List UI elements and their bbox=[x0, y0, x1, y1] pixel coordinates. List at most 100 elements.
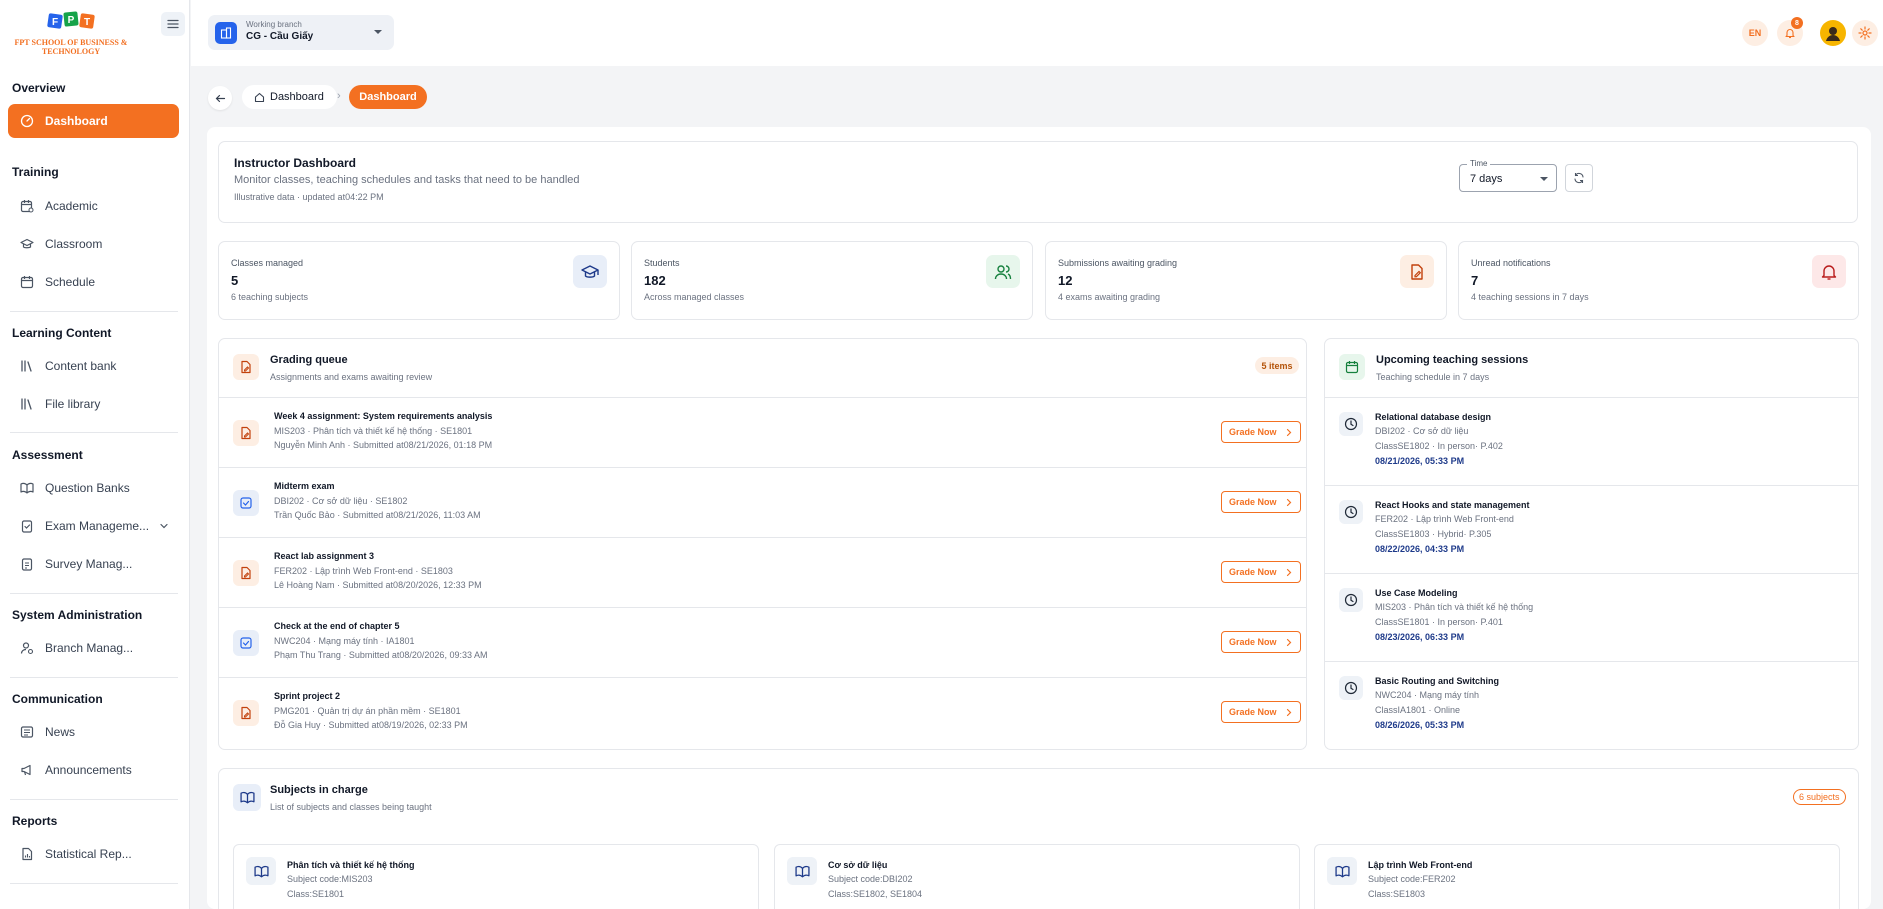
settings-button[interactable] bbox=[1852, 20, 1878, 46]
clock-icon bbox=[1339, 588, 1363, 612]
sidebar-item-label: Content bank bbox=[45, 359, 117, 373]
sidebar-item-news[interactable]: News bbox=[8, 715, 179, 749]
avatar[interactable] bbox=[1820, 20, 1846, 46]
session-item[interactable]: React Hooks and state management FER202 … bbox=[1325, 485, 1858, 573]
grade-now-button[interactable]: Grade Now bbox=[1221, 701, 1301, 723]
grading-item-course: PMG201 · Quản trị dự án phần mềm · SE180… bbox=[274, 706, 461, 716]
breadcrumb-home-label: Dashboard bbox=[270, 91, 324, 103]
grading-queue-subtitle: Assignments and exams awaiting review bbox=[270, 372, 433, 382]
breadcrumb-home[interactable]: Dashboard bbox=[242, 85, 337, 109]
session-time: 08/23/2026, 06:33 PM bbox=[1375, 632, 1465, 642]
book-open-icon bbox=[246, 857, 276, 885]
grading-item-meta: Trần Quốc Bảo · Submitted at08/21/2026, … bbox=[274, 510, 481, 520]
home-icon bbox=[254, 92, 265, 102]
grading-item-title: Sprint project 2 bbox=[274, 691, 341, 701]
grading-item: Week 4 assignment: System requirements a… bbox=[219, 397, 1306, 467]
svg-text:F: F bbox=[52, 17, 58, 28]
sidebar-item-file-library[interactable]: File library bbox=[8, 387, 179, 421]
sessions-subtitle: Teaching schedule in 7 days bbox=[1376, 372, 1490, 382]
language-button[interactable]: EN bbox=[1742, 20, 1768, 46]
subject-code: Subject code:FER202 bbox=[1368, 874, 1456, 884]
subject-card[interactable]: Phân tích và thiết kế hệ thống Subject c… bbox=[233, 844, 759, 909]
chevron-right-icon bbox=[1286, 498, 1292, 507]
sidebar-item-statistical-reports[interactable]: Statistical Rep... bbox=[8, 837, 179, 871]
calendar-icon bbox=[1339, 354, 1365, 380]
stat-card-students[interactable]: Students 182 Across managed classes bbox=[631, 241, 1033, 320]
nav-section-communication: Communication bbox=[12, 692, 103, 706]
chevron-right-icon bbox=[1286, 638, 1292, 647]
branch-selector[interactable]: Working branch CG - Cầu Giấy bbox=[208, 15, 394, 50]
session-item[interactable]: Basic Routing and Switching NWC204 · Mạn… bbox=[1325, 661, 1858, 749]
sidebar-item-branch-management[interactable]: Branch Manag... bbox=[8, 631, 179, 665]
dashboard-gauge-icon bbox=[20, 114, 34, 128]
file-pen-icon bbox=[233, 560, 259, 586]
stat-note: 6 teaching subjects bbox=[231, 292, 309, 302]
session-item[interactable]: Use Case Modeling MIS203 · Phân tích và … bbox=[1325, 573, 1858, 661]
grade-now-button[interactable]: Grade Now bbox=[1221, 561, 1301, 583]
sidebar-item-academic[interactable]: Academic bbox=[8, 189, 179, 223]
sidebar-divider bbox=[10, 311, 178, 312]
stat-card-notifications[interactable]: Unread notifications 7 4 teaching sessio… bbox=[1458, 241, 1859, 320]
user-avatar-icon bbox=[1826, 27, 1840, 41]
sidebar-item-survey-management[interactable]: Survey Manag... bbox=[8, 547, 179, 581]
clipboard-list-icon bbox=[21, 558, 33, 571]
chevron-right-icon bbox=[1286, 568, 1292, 577]
sidebar-item-label: Dashboard bbox=[45, 114, 108, 128]
grade-now-button[interactable]: Grade Now bbox=[1221, 421, 1301, 443]
file-chart-icon bbox=[22, 847, 33, 861]
sidebar-item-dashboard[interactable]: Dashboard bbox=[8, 104, 179, 138]
subject-name: Cơ sở dữ liệu bbox=[828, 860, 888, 870]
session-time: 08/26/2026, 05:33 PM bbox=[1375, 720, 1465, 730]
session-item[interactable]: Relational database design DBI202 · Cơ s… bbox=[1325, 397, 1858, 485]
grade-now-label: Grade Now bbox=[1229, 637, 1277, 647]
session-title: Relational database design bbox=[1375, 412, 1492, 422]
sidebar-item-classroom[interactable]: Classroom bbox=[8, 227, 179, 261]
caret-down-icon bbox=[1540, 177, 1548, 181]
grade-now-button[interactable]: Grade Now bbox=[1221, 631, 1301, 653]
subject-code: Subject code:MIS203 bbox=[287, 874, 373, 884]
breadcrumb-current[interactable]: Dashboard bbox=[349, 85, 427, 109]
sidebar-item-label: Announcements bbox=[45, 763, 132, 777]
sidebar-item-exam-management[interactable]: Exam Manageme... bbox=[8, 509, 179, 543]
stat-note: Across managed classes bbox=[644, 292, 745, 302]
stat-card-submissions[interactable]: Submissions awaiting grading 12 4 exams … bbox=[1045, 241, 1447, 320]
stat-value: 7 bbox=[1471, 273, 1479, 288]
breadcrumb-separator: › bbox=[337, 90, 341, 102]
grade-now-button[interactable]: Grade Now bbox=[1221, 491, 1301, 513]
subject-card[interactable]: Lập trình Web Front-end Subject code:FER… bbox=[1314, 844, 1840, 909]
grading-item: Midterm exam DBI202 · Cơ sở dữ liệu · SE… bbox=[219, 467, 1306, 537]
book-open-icon bbox=[787, 857, 817, 885]
caret-down-icon bbox=[374, 30, 382, 34]
grading-item: Sprint project 2 PMG201 · Quản trị dự án… bbox=[219, 677, 1306, 747]
logo-caption: FPT SCHOOL OF BUSINESS & TECHNOLOGY bbox=[14, 38, 128, 56]
nav-section-overview: Overview bbox=[12, 81, 66, 95]
library-icon bbox=[21, 360, 32, 372]
subject-code: Subject code:DBI202 bbox=[828, 874, 913, 884]
grade-now-label: Grade Now bbox=[1229, 707, 1277, 717]
sidebar-item-announcements[interactable]: Announcements bbox=[8, 753, 179, 787]
data-note: Illustrative data · updated at04:22 PM bbox=[234, 192, 384, 202]
subject-name: Phân tích và thiết kế hệ thống bbox=[287, 860, 415, 870]
sidebar-item-label: News bbox=[45, 725, 76, 739]
stat-card-classes[interactable]: Classes managed 5 6 teaching subjects bbox=[218, 241, 620, 320]
time-range-select[interactable]: Time 7 days bbox=[1459, 159, 1557, 192]
grading-item-course: DBI202 · Cơ sở dữ liệu · SE1802 bbox=[274, 496, 408, 506]
sidebar-item-question-banks[interactable]: Question Banks bbox=[8, 471, 179, 505]
stat-note: 4 teaching sessions in 7 days bbox=[1471, 292, 1589, 302]
session-time: 08/22/2026, 04:33 PM bbox=[1375, 544, 1465, 554]
back-button[interactable] bbox=[208, 86, 232, 110]
stat-label: Classes managed bbox=[231, 258, 304, 268]
refresh-button[interactable] bbox=[1565, 164, 1593, 192]
time-range-label: Time bbox=[1467, 159, 1491, 168]
sidebar-item-content-bank[interactable]: Content bank bbox=[8, 349, 179, 383]
grading-item: React lab assignment 3 FER202 · Lập trìn… bbox=[219, 537, 1306, 607]
subject-classes: Class:SE1802, SE1804 bbox=[828, 889, 923, 899]
chevron-right-icon bbox=[1286, 428, 1292, 437]
sidebar-item-schedule[interactable]: Schedule bbox=[8, 265, 179, 299]
sidebar-toggle-button[interactable] bbox=[161, 12, 185, 36]
fpt-logo[interactable]: F P T FPT SCHOOL OF BUSINESS & TECHNOLOG… bbox=[12, 10, 130, 56]
subject-classes: Class:SE1801 bbox=[287, 889, 345, 899]
session-place: ClassSE1802 · In person· P.402 bbox=[1375, 441, 1503, 451]
book-open-icon bbox=[1327, 857, 1357, 885]
subject-card[interactable]: Cơ sở dữ liệu Subject code:DBI202 Class:… bbox=[774, 844, 1300, 909]
